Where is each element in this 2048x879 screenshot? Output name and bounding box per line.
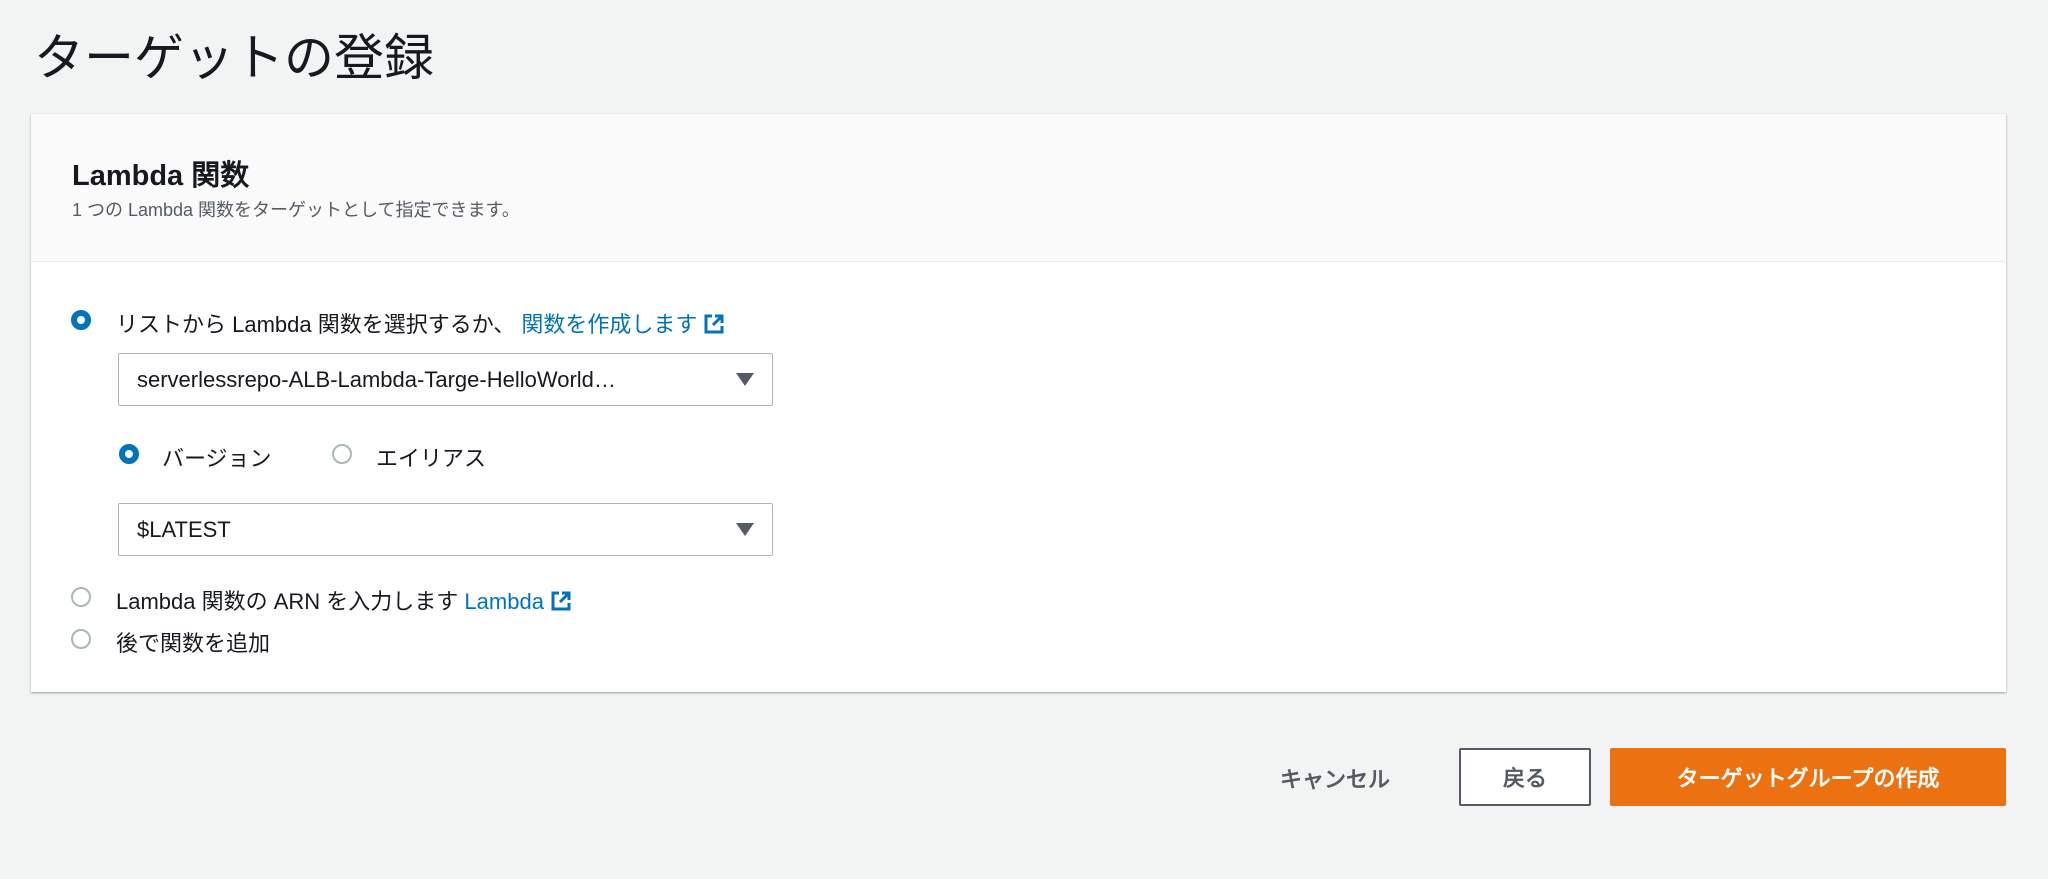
- radio-alias[interactable]: [332, 444, 352, 464]
- radio-select-from-list[interactable]: [71, 310, 91, 330]
- lambda-function-panel: Lambda 関数 1 つの Lambda 関数をターゲットとして指定できます。…: [31, 114, 2006, 692]
- option-label: リストから Lambda 関数を選択するか、: [116, 312, 516, 337]
- radio-version[interactable]: [119, 444, 139, 464]
- option-select-from-list: リストから Lambda 関数を選択するか、 関数を作成します: [116, 307, 725, 339]
- version-select-value: $LATEST: [137, 516, 231, 542]
- version-label: バージョン: [162, 446, 272, 471]
- panel-header: Lambda 関数 1 つの Lambda 関数をターゲットとして指定できます。: [31, 114, 2006, 262]
- function-select[interactable]: serverlessrepo-ALB-Lambda-Targe-HelloWor…: [118, 353, 773, 406]
- panel-title: Lambda 関数: [72, 160, 250, 192]
- create-function-link[interactable]: 関数を作成します: [521, 312, 725, 337]
- radio-add-later[interactable]: [71, 629, 91, 649]
- version-select[interactable]: $LATEST: [118, 503, 773, 556]
- radio-enter-arn[interactable]: [71, 587, 91, 607]
- create-function-link-text: 関数を作成します: [521, 312, 698, 337]
- function-select-value: serverlessrepo-ALB-Lambda-Targe-HelloWor…: [137, 366, 616, 392]
- external-link-icon: [551, 591, 571, 611]
- option-enter-arn: Lambda 関数の ARN を入力します Lambda: [116, 584, 572, 616]
- back-button[interactable]: 戻る: [1459, 748, 1591, 806]
- option-label: Lambda 関数の ARN を入力します: [116, 589, 459, 614]
- alias-label: エイリアス: [376, 446, 487, 471]
- caret-down-icon: [736, 523, 754, 536]
- lambda-link-text: Lambda: [464, 589, 544, 614]
- option-add-later: 後で関数を追加: [116, 631, 271, 656]
- external-link-icon: [704, 314, 724, 334]
- create-target-group-button[interactable]: ターゲットグループの作成: [1610, 748, 2006, 806]
- caret-down-icon: [736, 373, 754, 386]
- lambda-link[interactable]: Lambda: [464, 589, 572, 614]
- panel-description: 1 つの Lambda 関数をターゲットとして指定できます。: [72, 200, 520, 220]
- page-title: ターゲットの登録: [34, 30, 434, 86]
- cancel-button[interactable]: キャンセル: [1250, 750, 1420, 806]
